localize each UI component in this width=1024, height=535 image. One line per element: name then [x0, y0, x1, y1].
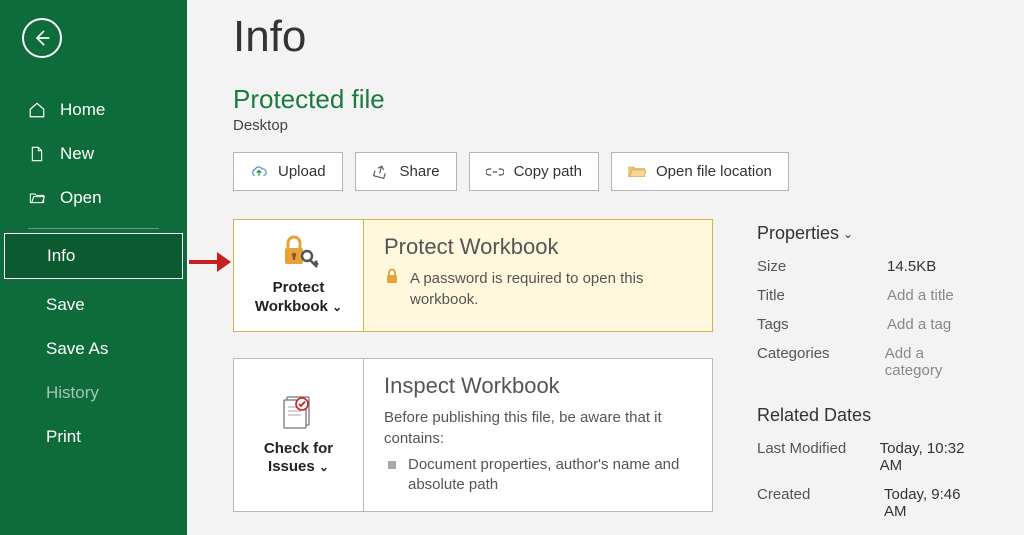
share-icon [372, 164, 390, 180]
cloud-upload-icon [250, 164, 268, 180]
nav-label: Home [60, 100, 105, 120]
file-title: Protected file [233, 84, 984, 115]
document-icon [28, 145, 46, 163]
card-description: A password is required to open this work… [410, 268, 692, 310]
prop-value: Today, 9:46 AM [884, 486, 984, 520]
date-created: Created Today, 9:46 AM [757, 486, 984, 520]
link-icon [486, 164, 504, 180]
prop-label: Tags [757, 316, 887, 333]
inspect-workbook-card: Check for Issues ⌄ Inspect Workbook Befo… [233, 358, 713, 513]
nav-label: Open [60, 188, 102, 208]
card-heading: Inspect Workbook [384, 373, 692, 399]
share-button[interactable]: Share [355, 152, 457, 191]
nav-new[interactable]: New [0, 132, 187, 176]
related-dates-header: Related Dates [757, 405, 984, 426]
properties-panel: Properties ⌄ Size 14.5KB Title Add a tit… [757, 219, 984, 535]
nav-label: Save [46, 295, 85, 315]
prop-title: Title Add a title [757, 287, 984, 304]
nav-open[interactable]: Open [0, 176, 187, 220]
nav-divider [28, 228, 159, 229]
prop-categories: Categories Add a category [757, 345, 984, 379]
chevron-down-icon: ⌄ [319, 460, 329, 474]
button-label: Open file location [656, 163, 772, 180]
protect-workbook-card: Protect Workbook ⌄ Protect Workbook A pa… [233, 219, 713, 332]
button-label: Protect Workbook ⌄ [242, 279, 355, 317]
nav-label: Info [47, 246, 75, 266]
prop-label: Categories [757, 345, 885, 379]
nav-info[interactable]: Info [4, 233, 183, 279]
nav-home[interactable]: Home [0, 88, 187, 132]
date-modified: Last Modified Today, 10:32 AM [757, 440, 984, 474]
button-label: Upload [278, 163, 326, 180]
file-location: Desktop [233, 117, 984, 134]
nav-label: Save As [46, 339, 108, 359]
prop-value[interactable]: Add a title [887, 287, 954, 304]
folder-open-icon [28, 189, 46, 207]
info-cards: Protect Workbook ⌄ Protect Workbook A pa… [233, 219, 713, 535]
button-label: Share [400, 163, 440, 180]
nav-save-as[interactable]: Save As [0, 327, 187, 371]
open-location-button[interactable]: Open file location [611, 152, 789, 191]
button-label: Check for Issues ⌄ [242, 440, 355, 478]
home-icon [28, 101, 46, 119]
check-issues-button[interactable]: Check for Issues ⌄ [234, 359, 364, 512]
action-row: Upload Share Copy path Open file locatio… [233, 152, 984, 191]
nav: Home New Open Info Save Save As History … [0, 88, 187, 459]
folder-icon [628, 164, 646, 180]
annotation-arrow-icon [187, 249, 231, 280]
prop-value: 14.5KB [887, 258, 936, 275]
main: Info Protected file Desktop Upload Share… [187, 0, 1024, 535]
nav-label: New [60, 144, 94, 164]
page-title: Info [233, 12, 984, 62]
nav-save[interactable]: Save [0, 283, 187, 327]
properties-header[interactable]: Properties ⌄ [757, 223, 984, 244]
sidebar: Home New Open Info Save Save As History … [0, 0, 187, 535]
prop-value: Today, 10:32 AM [880, 440, 984, 474]
copy-path-button[interactable]: Copy path [469, 152, 599, 191]
nav-history[interactable]: History [0, 371, 187, 415]
chevron-down-icon: ⌄ [332, 300, 342, 314]
list-item: Document properties, author's name and a… [388, 455, 692, 496]
prop-value[interactable]: Add a tag [887, 316, 951, 333]
lock-key-icon [279, 234, 319, 273]
back-arrow-icon [32, 28, 52, 48]
card-heading: Protect Workbook [384, 234, 692, 260]
prop-label: Size [757, 258, 887, 275]
lock-small-icon [384, 268, 400, 310]
nav-label: Print [46, 427, 81, 447]
chevron-down-icon: ⌄ [843, 227, 853, 241]
list-item-text: Document properties, author's name and a… [408, 455, 692, 496]
nav-print[interactable]: Print [0, 415, 187, 459]
bullet-icon [388, 461, 396, 469]
prop-size: Size 14.5KB [757, 258, 984, 275]
button-label: Copy path [514, 163, 582, 180]
prop-tags: Tags Add a tag [757, 316, 984, 333]
card-description: Before publishing this file, be aware th… [384, 407, 692, 449]
nav-label: History [46, 383, 99, 403]
prop-label: Last Modified [757, 440, 880, 474]
prop-label: Title [757, 287, 887, 304]
protect-workbook-button[interactable]: Protect Workbook ⌄ [234, 220, 364, 331]
upload-button[interactable]: Upload [233, 152, 343, 191]
back-button[interactable] [22, 18, 62, 58]
prop-value[interactable]: Add a category [885, 345, 984, 379]
document-check-icon [281, 393, 317, 434]
prop-label: Created [757, 486, 884, 520]
